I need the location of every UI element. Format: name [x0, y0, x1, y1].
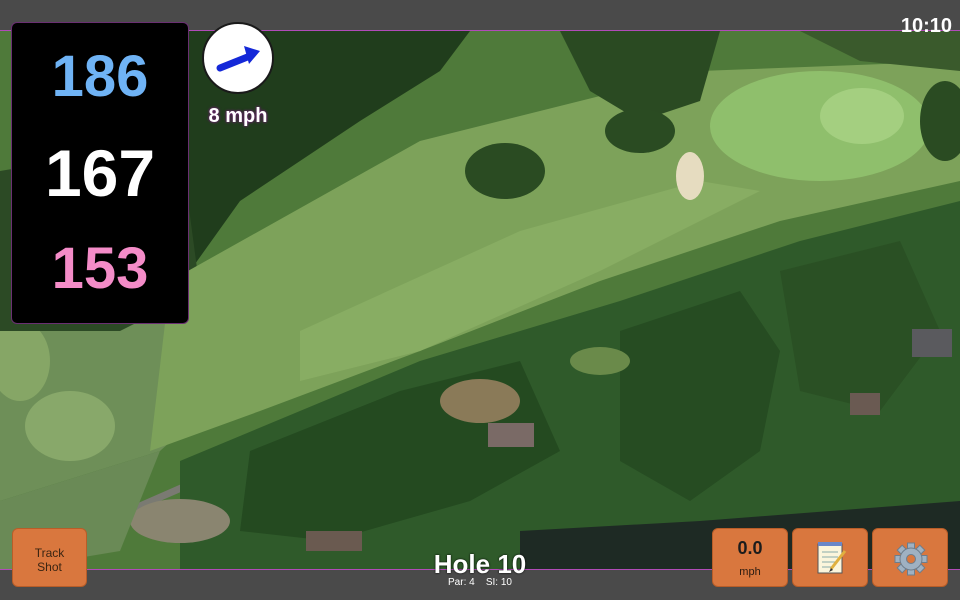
- stroke-index-label: SI: 10: [485, 577, 512, 588]
- center-yardage: 167: [44, 136, 156, 210]
- clock: 10:10: [900, 15, 952, 37]
- track-shot-button[interactable]: Track Shot: [12, 528, 87, 587]
- back-yardage: 186: [51, 44, 149, 109]
- golf-gps-screen: 10:10 186 167 153 8 mph Track Shot Hole …: [0, 0, 960, 600]
- track-shot-label-line1: Track: [34, 546, 65, 560]
- speed-unit: mph: [739, 566, 761, 578]
- yardage-panel: 186 167 153: [11, 22, 189, 324]
- wind-arrow-icon: [216, 46, 260, 72]
- hole-title: Hole 10: [433, 549, 527, 579]
- speed-value: 0.0: [737, 538, 763, 558]
- par-label: Par: 4: [448, 577, 475, 588]
- settings-button[interactable]: [872, 528, 948, 587]
- track-shot-label-line2: Shot: [37, 560, 62, 574]
- notepad-icon: [817, 542, 847, 574]
- hole-details: Par: 4 SI: 10: [380, 577, 580, 588]
- gear-icon: [894, 542, 928, 576]
- front-yardage: 153: [51, 236, 149, 301]
- speed-button[interactable]: 0.0 mph: [712, 528, 788, 587]
- notes-button[interactable]: [792, 528, 868, 587]
- wind-indicator: [202, 22, 274, 94]
- wind-speed: 8 mph: [208, 105, 268, 127]
